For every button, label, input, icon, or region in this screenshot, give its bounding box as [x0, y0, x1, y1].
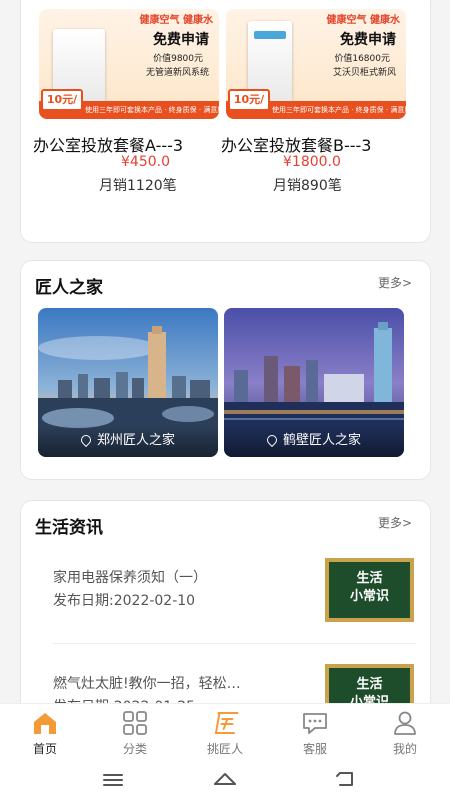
bottom-nav: 首页 分类 挑匠人 客服 我的 — [0, 703, 450, 760]
more-link[interactable]: 更多> — [378, 514, 412, 531]
customer-service-icon — [303, 713, 327, 734]
nav-label: 首页 — [32, 742, 57, 756]
nav-service[interactable]: 客服 — [270, 704, 360, 761]
product-banner-b[interactable]: 健康空气 健康水 免费申请 价值16800元 艾沃贝柜式新风 使用三年即可套换本… — [226, 9, 406, 119]
banner-headline: 免费申请 — [153, 32, 209, 48]
banner-top-text: 健康空气 健康水 — [139, 15, 213, 26]
product-price-b: ¥1800.0 — [283, 154, 341, 170]
product-price-a: ¥450.0 — [121, 154, 170, 170]
home-tile-zhengzhou[interactable]: 郑州匠人之家 — [38, 308, 218, 457]
nav-label: 我的 — [392, 742, 417, 756]
thumb-line: 生活 — [356, 677, 383, 692]
back-icon[interactable] — [334, 769, 356, 789]
banner-headline: 免费申请 — [340, 32, 396, 48]
more-link[interactable]: 更多> — [378, 274, 412, 291]
life-info-section: 生活资讯 更多> 家用电器保养须知（一） 发布日期:2022-02-10 生活 … — [20, 500, 431, 730]
home-tile-name: 郑州匠人之家 — [96, 433, 175, 448]
home-tile-hebi[interactable]: 鹤壁匠人之家 — [224, 308, 404, 457]
nav-home[interactable]: 首页 — [0, 704, 90, 761]
product-section: 健康空气 健康水 免费申请 价值9800元 无管道新风系统 使用三年即可套换本产… — [20, 0, 431, 243]
news-title: 燃气灶太脏!教你一招，轻松… — [53, 676, 241, 692]
menu-icon[interactable] — [102, 770, 124, 790]
banner-value: 价值9800元 — [153, 54, 203, 64]
category-grid-icon — [123, 711, 147, 735]
home-icon — [34, 713, 56, 734]
nav-label: 分类 — [122, 742, 147, 756]
banner-product: 无管道新风系统 — [145, 68, 209, 78]
news-date: 发布日期:2022-02-10 — [53, 593, 196, 609]
home-tile-label: 鹤壁匠人之家 — [224, 425, 404, 457]
product-name-a[interactable]: 办公室投放套餐A---3 — [33, 132, 223, 156]
home-nav-icon[interactable] — [212, 768, 238, 790]
nav-profile[interactable]: 我的 — [360, 704, 450, 761]
nav-label: 挑匠人 — [206, 742, 243, 756]
section-title: 生活资讯 — [35, 518, 103, 538]
product-banner-a[interactable]: 健康空气 健康水 免费申请 价值9800元 无管道新风系统 使用三年即可套换本产… — [39, 9, 219, 119]
banner-product: 艾沃贝柜式新风 — [332, 68, 396, 78]
location-pin-icon — [264, 432, 280, 448]
product-sales-b: 月销890笔 — [273, 178, 342, 194]
nav-label: 客服 — [302, 742, 327, 756]
banner-price-badge: 10元/天 — [228, 89, 270, 119]
banner-value: 价值16800元 — [334, 54, 390, 64]
system-nav-bar — [0, 760, 450, 800]
banner-top-text: 健康空气 健康水 — [326, 15, 400, 26]
section-title: 匠人之家 — [35, 278, 103, 298]
craftsman-home-section: 匠人之家 更多> 郑州匠人之家 鹤壁匠人之家 — [20, 260, 431, 480]
home-tile-label: 郑州匠人之家 — [38, 425, 218, 457]
location-pin-icon — [78, 432, 94, 448]
banner-price-badge: 10元/天 — [41, 89, 83, 119]
home-tile-name: 鹤壁匠人之家 — [282, 433, 361, 448]
nav-category[interactable]: 分类 — [90, 704, 180, 761]
product-sales-a: 月销1120笔 — [99, 178, 177, 194]
nav-craftsman[interactable]: 挑匠人 — [180, 704, 270, 761]
profile-icon — [394, 711, 416, 735]
divider — [53, 643, 416, 644]
thumb-line: 生活 — [356, 571, 383, 586]
thumb-line: 小常识 — [349, 589, 389, 604]
news-thumbnail: 生活 小常识 — [325, 558, 414, 622]
craftsman-icon — [214, 712, 239, 734]
product-name-b[interactable]: 办公室投放套餐B---3 — [221, 132, 411, 156]
news-title: 家用电器保养须知（一） — [53, 570, 207, 586]
